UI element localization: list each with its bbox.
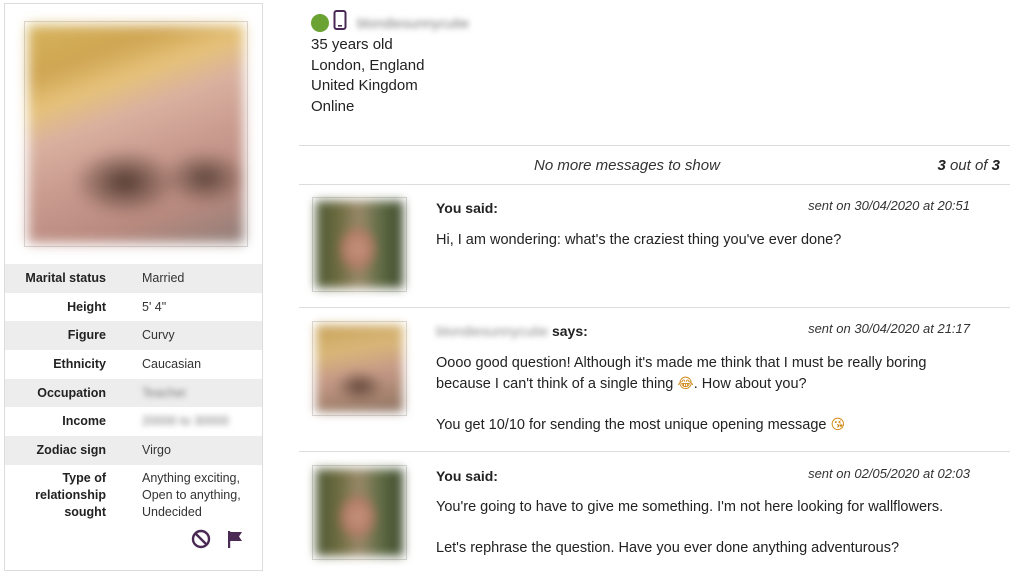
sender-username[interactable]: blondiesunnycutie (436, 323, 548, 339)
message-author: blondiesunnycutie says: (436, 323, 588, 339)
profile-photo[interactable] (24, 21, 248, 247)
count-separator: out of (945, 156, 992, 174)
message-paragraph: Hi, I am wondering: what's the craziest … (436, 232, 842, 248)
message-paragraph: Oooo good question! Although it's made m… (436, 355, 927, 371)
detail-value: Virgo (142, 442, 171, 457)
header-icon-row: blondiesunnycutie (311, 9, 469, 37)
detail-value: Married (142, 270, 185, 285)
message-item: blondiesunnycutie says: sent on 30/04/20… (299, 308, 1010, 451)
block-icon[interactable] (191, 529, 211, 554)
detail-row-occupation: Occupation Teacher (5, 378, 262, 408)
author-suffix: says: (551, 323, 588, 339)
message-body: You're going to have to give me somethin… (436, 497, 981, 559)
detail-value: Teacher (142, 385, 187, 400)
message-paragraph: Let's rephrase the question. Have you ev… (436, 540, 900, 556)
profile-username[interactable]: blondiesunnycutie (357, 13, 469, 34)
sender-avatar[interactable] (312, 197, 407, 292)
message-item: You said: sent on 02/05/2020 at 02:03 Yo… (299, 452, 1010, 574)
profile-actions (191, 529, 245, 554)
profile-online-status: Online (311, 97, 355, 115)
message-timestamp: sent on 30/04/2020 at 21:17 (808, 321, 970, 336)
message-body: Hi, I am wondering: what's the craziest … (436, 230, 981, 251)
count-current: 3 (937, 156, 946, 174)
profile-city: London, England (311, 56, 425, 74)
sender-avatar[interactable] (312, 321, 407, 416)
mobile-phone-icon (333, 9, 347, 37)
detail-label: Occupation (37, 385, 106, 400)
detail-value-list: Anything exciting, Open to anything, Und… (124, 470, 262, 521)
avatar-image (316, 201, 403, 288)
message-count: 3 out of 3 (937, 157, 1000, 174)
detail-label: Ethnicity (53, 356, 106, 371)
message-text: . How about you? (693, 375, 807, 392)
relationship-value: Undecided (142, 504, 202, 519)
detail-value: Curvy (142, 328, 175, 343)
message-text: because I can't think of a single thing (436, 375, 674, 392)
detail-label: Marital status (25, 270, 106, 285)
message-timestamp: sent on 30/04/2020 at 20:51 (808, 198, 970, 213)
message-paragraph: You get 10/10 for sending the most uniqu… (436, 415, 981, 436)
sender-avatar[interactable] (312, 465, 407, 560)
relationship-value: Anything exciting, (142, 470, 240, 485)
message-body: Oooo good question! Although it's made m… (436, 353, 981, 435)
detail-value: 5' 4" (142, 299, 167, 314)
no-more-messages-text: No more messages to show (534, 156, 720, 174)
message-timestamp: sent on 02/05/2020 at 02:03 (808, 466, 970, 481)
message-paragraph: You're going to have to give me somethin… (436, 499, 944, 515)
detail-value: 20000 to 30000 (142, 414, 229, 429)
message-text: You get 10/10 for sending the most uniqu… (436, 416, 827, 433)
detail-row-income: Income 20000 to 30000 (5, 407, 262, 436)
detail-label: Income (62, 414, 106, 429)
detail-label: Height (67, 299, 106, 314)
detail-row-height: Height 5' 4" (5, 293, 262, 322)
detail-label: Zodiac sign (36, 442, 106, 457)
profile-country: United Kingdom (311, 77, 418, 94)
detail-value: Caucasian (142, 356, 202, 371)
detail-row-marital-status: Marital status Married (5, 264, 262, 293)
message-item: You said: sent on 30/04/2020 at 20:51 Hi… (299, 185, 1010, 307)
profile-age: 35 years old (311, 36, 393, 53)
avatar-image (316, 469, 403, 556)
message-author: You said: (436, 200, 498, 216)
detail-row-relationship-type: Type of relationship sought Anything exc… (5, 465, 262, 531)
message-paragraph: because I can't think of a single thing … (436, 374, 981, 395)
profile-header: blondiesunnycutie 35 years old London, E… (311, 9, 469, 117)
detail-row-ethnicity: Ethnicity Caucasian (5, 350, 262, 379)
count-total: 3 (991, 156, 1000, 174)
detail-label: Type of relationship sought (35, 470, 106, 519)
profile-details-table: Marital status Married Height 5' 4" Figu… (5, 264, 262, 531)
laughing-emoji-icon: 😂 (677, 375, 694, 392)
detail-label: Figure (67, 328, 106, 343)
detail-row-figure: Figure Curvy (5, 321, 262, 351)
avatar-image (316, 325, 403, 412)
message-author: You said: (436, 468, 498, 484)
relationship-value: Open to anything, (142, 487, 241, 502)
profile-panel: Marital status Married Height 5' 4" Figu… (4, 3, 263, 571)
winking-kiss-emoji-icon: 😘 (830, 416, 846, 433)
profile-photo-image (28, 25, 244, 243)
detail-row-zodiac-sign: Zodiac sign Virgo (5, 436, 262, 465)
online-dot-icon (311, 14, 329, 32)
messages-banner: No more messages to show 3 out of 3 (299, 146, 1010, 184)
flag-icon[interactable] (225, 529, 245, 554)
